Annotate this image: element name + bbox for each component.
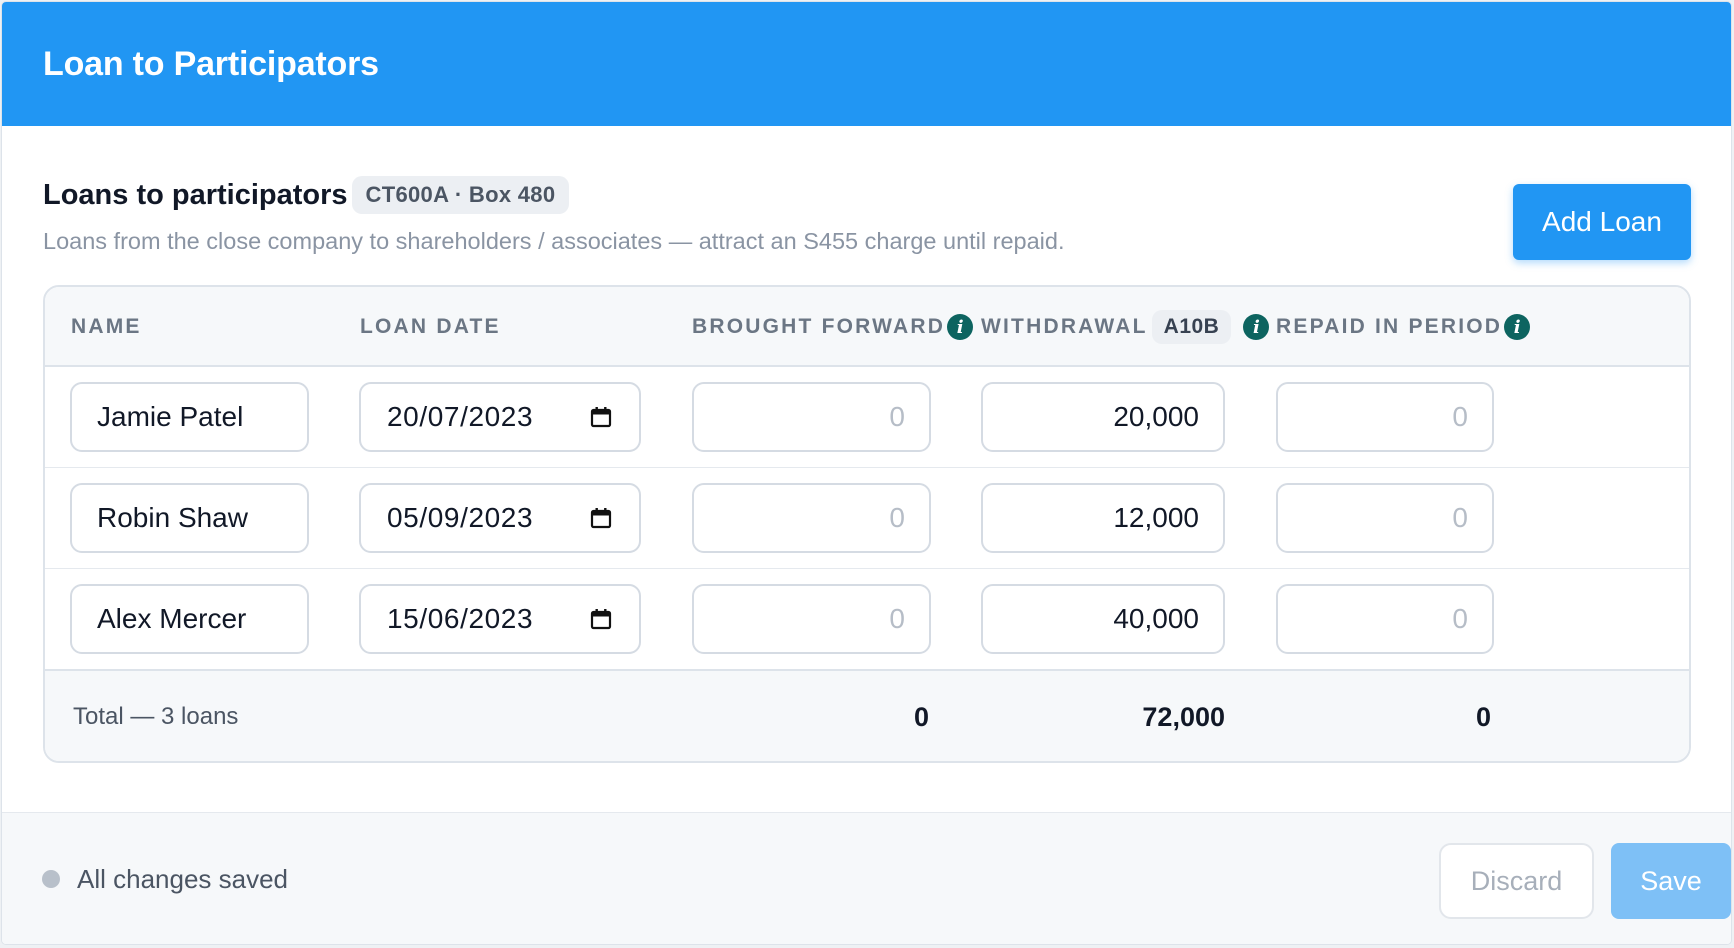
table-row: Robin Shaw 05/09/2023 0 12,000 0 [45,468,1689,569]
loans-table: NAME LOAN DATE BROUGHT FORWARD i WITHDRA… [43,285,1691,763]
withdrawal-input[interactable]: 20,000 [981,382,1225,452]
withdrawal-box-tag: A10B [1151,310,1232,344]
name-input[interactable]: Alex Mercer [70,584,309,654]
name-input[interactable]: Robin Shaw [70,483,309,553]
name-input[interactable]: Jamie Patel [70,382,309,452]
table-row: Jamie Patel 20/07/2023 0 20,000 0 [45,367,1689,468]
column-header-withdrawal: WITHDRAWAL A10B i [981,287,1270,367]
calendar-icon[interactable] [589,506,613,530]
column-header-loan-date: LOAN DATE [360,315,501,338]
brought-forward-input[interactable]: 0 [692,382,931,452]
loan-date-input[interactable]: 20/07/2023 [359,382,641,452]
save-status-text: All changes saved [77,863,289,894]
total-withdrawal: 72,000 [1142,701,1225,732]
info-icon[interactable]: i [1504,314,1531,340]
withdrawal-input[interactable]: 12,000 [981,483,1225,553]
loan-date-input[interactable]: 15/06/2023 [359,584,641,654]
total-repaid: 0 [1475,701,1491,732]
loan-panel: Loan to Participators Loans to participa… [2,2,1731,944]
table-row: Alex Mercer 15/06/2023 0 40,000 0 [45,569,1689,670]
column-header-name: NAME [71,315,142,338]
repaid-input[interactable]: 0 [1276,584,1494,654]
status-dot-icon [42,870,60,888]
save-status: All changes saved [42,813,288,944]
brought-forward-input[interactable]: 0 [692,584,931,654]
calendar-icon[interactable] [589,405,613,429]
brought-forward-input[interactable]: 0 [692,483,931,553]
repaid-input[interactable]: 0 [1276,382,1494,452]
panel-footer: All changes saved Discard Save [2,812,1731,944]
table-totals-row: Total — 3 loans 0 72,000 0 [45,669,1689,761]
calendar-icon[interactable] [589,607,613,631]
table-header: NAME LOAN DATE BROUGHT FORWARD i WITHDRA… [45,287,1689,367]
column-header-repaid: REPAID IN PERIOD i [1276,287,1531,367]
total-brought-forward: 0 [913,701,929,732]
box-reference-badge: CT600A · Box 480 [351,176,570,214]
page-title: Loan to Participators [43,44,379,83]
repaid-input[interactable]: 0 [1276,483,1494,553]
section-subtitle: Loans from the close company to sharehol… [43,228,1065,254]
add-loan-button[interactable]: Add Loan [1513,184,1691,260]
column-header-brought-forward: BROUGHT FORWARD i [692,287,974,367]
save-button[interactable]: Save [1611,843,1731,919]
withdrawal-input[interactable]: 40,000 [981,584,1225,654]
info-icon[interactable]: i [947,314,974,340]
discard-button[interactable]: Discard [1439,843,1594,919]
section-title: Loans to participators [43,178,348,211]
section-header: Loans to participators CT600A · Box 480 … [43,176,1690,276]
info-icon[interactable]: i [1243,314,1270,340]
totals-label: Total — 3 loans [73,703,239,730]
panel-header: Loan to Participators [2,2,1731,126]
loan-date-input[interactable]: 05/09/2023 [359,483,641,553]
